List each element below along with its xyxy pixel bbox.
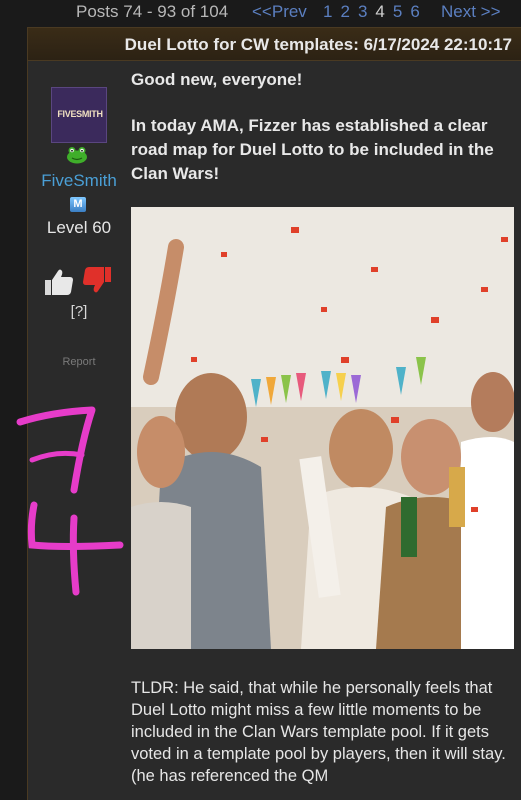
thumbs-up-icon[interactable] [41, 265, 75, 299]
post-count: Posts 74 - 93 of 104 [76, 2, 229, 21]
page-link-6[interactable]: 6 [410, 2, 419, 21]
page-link-5[interactable]: 5 [393, 2, 402, 21]
member-badge-icon: M [70, 197, 86, 212]
rating-unknown[interactable]: [?] [24, 303, 134, 320]
page-current-4: 4 [375, 2, 385, 21]
handwritten-annotation [16, 406, 124, 596]
post-tldr: TLDR: He said, that while he personally … [131, 679, 506, 785]
thumbs-down-icon[interactable] [81, 263, 115, 297]
celebration-photo [131, 207, 514, 649]
prev-page-link[interactable]: <<Prev [252, 2, 307, 22]
pagination: Posts 74 - 93 of 104 <<Prev 123456 Next … [0, 0, 521, 24]
page-link-3[interactable]: 3 [358, 2, 367, 21]
post-paragraph: In today AMA, Fizzer has established a c… [131, 116, 494, 183]
page-links: 123456 [323, 2, 428, 22]
post-header: Duel Lotto for CW templates: 6/17/2024 2… [28, 28, 521, 61]
author-username[interactable]: FiveSmith [24, 171, 134, 191]
report-link[interactable]: Report [24, 356, 134, 368]
frog-icon [67, 147, 87, 164]
post-title: Duel Lotto for CW templates: 6/17/2024 2… [124, 35, 512, 54]
page-link-1[interactable]: 1 [323, 2, 332, 21]
page-link-2[interactable]: 2 [340, 2, 349, 21]
avatar-text: FIVESMITH [57, 109, 103, 119]
avatar[interactable]: FIVESMITH [51, 87, 107, 143]
photo-illustration [131, 207, 514, 649]
next-page-link[interactable]: Next >> [441, 2, 501, 22]
author-level: Level 60 [46, 218, 112, 237]
post-heading: Good new, everyone! [131, 70, 303, 89]
